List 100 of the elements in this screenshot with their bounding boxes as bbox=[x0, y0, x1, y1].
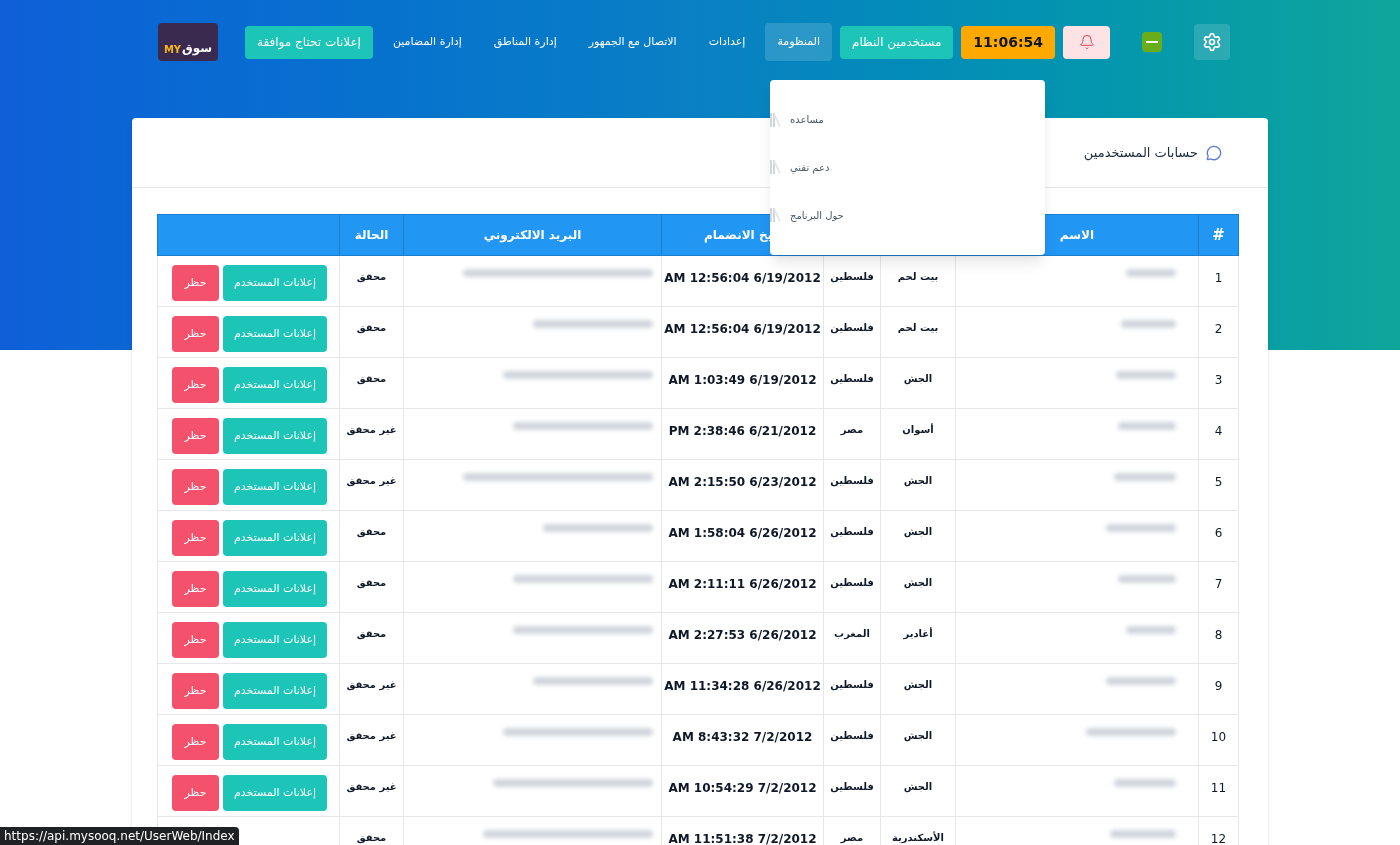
blurred-name bbox=[1116, 371, 1176, 379]
city-cell: الجش bbox=[880, 561, 956, 613]
row-number: 2 bbox=[1198, 306, 1239, 358]
join-date-cell: AM 12:56:04 6/19/2012 bbox=[661, 306, 824, 358]
user-ads-button[interactable]: إعلانات المستخدم bbox=[223, 469, 327, 505]
city-cell: الجش bbox=[880, 663, 956, 715]
flag-icon[interactable] bbox=[1142, 32, 1162, 52]
city-cell: بيت لحم bbox=[880, 306, 956, 358]
country-cell: فلسطين bbox=[823, 561, 881, 613]
status-cell: غير محقق bbox=[339, 408, 404, 460]
status-cell: غير محقق bbox=[339, 663, 404, 715]
join-date-cell: AM 11:34:28 6/26/2012 bbox=[661, 663, 824, 715]
city-cell: أغادير bbox=[880, 612, 956, 664]
country-cell: فلسطين bbox=[823, 765, 881, 817]
status-cell: غير محقق bbox=[339, 459, 404, 511]
country-cell: مصر bbox=[823, 408, 881, 460]
clock-display: 11:06:54 bbox=[961, 25, 1055, 59]
user-ads-button[interactable]: إعلانات المستخدم bbox=[223, 571, 327, 607]
join-date-cell: AM 8:43:32 7/2/2012 bbox=[661, 714, 824, 766]
ban-button[interactable]: حظر bbox=[172, 418, 219, 454]
user-ads-button[interactable]: إعلانات المستخدم bbox=[223, 367, 327, 403]
row-number: 9 bbox=[1198, 663, 1239, 715]
blurred-name bbox=[1110, 830, 1176, 838]
ban-button[interactable]: حظر bbox=[172, 265, 219, 301]
city-cell: الجش bbox=[880, 459, 956, 511]
blurred-name bbox=[1126, 626, 1176, 634]
country-cell: فلسطين bbox=[823, 306, 881, 358]
user-ads-button[interactable]: إعلانات المستخدم bbox=[223, 265, 327, 301]
column-header: البريد الالكتروني bbox=[403, 214, 662, 256]
country-cell: فلسطين bbox=[823, 714, 881, 766]
status-cell: محقق bbox=[339, 561, 404, 613]
status-cell: محقق bbox=[339, 612, 404, 664]
column-header: الحالة bbox=[339, 214, 404, 256]
blurred-name bbox=[1114, 779, 1176, 787]
bell-icon bbox=[1078, 34, 1095, 50]
country-cell: فلسطين bbox=[823, 459, 881, 511]
status-cell: محقق bbox=[339, 510, 404, 562]
user-ads-button[interactable]: إعلانات المستخدم bbox=[223, 724, 327, 760]
city-cell: الجش bbox=[880, 765, 956, 817]
row-number: 10 bbox=[1198, 714, 1239, 766]
row-number: 3 bbox=[1198, 357, 1239, 409]
ban-button[interactable]: حظر bbox=[172, 622, 219, 658]
user-ads-button[interactable]: إعلانات المستخدم bbox=[223, 775, 327, 811]
blurred-name bbox=[1114, 473, 1176, 481]
gear-icon bbox=[1202, 32, 1222, 52]
blurred-name bbox=[1106, 524, 1176, 532]
bars-icon bbox=[770, 208, 778, 223]
column-header: # bbox=[1198, 214, 1239, 256]
ban-button[interactable]: حظر bbox=[172, 367, 219, 403]
card-title: حسابات المستخدمين bbox=[1083, 143, 1198, 163]
country-cell: فلسطين bbox=[823, 510, 881, 562]
join-date-cell: AM 1:58:04 6/26/2012 bbox=[661, 510, 824, 562]
nav-link[interactable]: إدارة المناطق bbox=[481, 23, 569, 61]
menu-item[interactable]: دعم تقني bbox=[770, 160, 1045, 175]
join-date-cell: AM 10:54:29 7/2/2012 bbox=[661, 765, 824, 817]
country-cell: فلسطين bbox=[823, 357, 881, 409]
settings-button[interactable] bbox=[1194, 24, 1230, 60]
nav-link[interactable]: إدارة المضامين bbox=[380, 23, 474, 61]
status-cell: محقق bbox=[339, 357, 404, 409]
nav-button[interactable]: إعلانات تحتاج موافقة bbox=[245, 25, 373, 59]
country-cell: المغرب bbox=[823, 612, 881, 664]
row-number: 11 bbox=[1198, 765, 1239, 817]
join-date-cell: AM 2:11:11 6/26/2012 bbox=[661, 561, 824, 613]
status-cell: محقق bbox=[339, 255, 404, 307]
ban-button[interactable]: حظر bbox=[172, 316, 219, 352]
user-ads-button[interactable]: إعلانات المستخدم bbox=[223, 622, 327, 658]
nav-link[interactable]: إعدادات bbox=[696, 23, 758, 61]
ban-button[interactable]: حظر bbox=[172, 775, 219, 811]
bars-icon bbox=[770, 112, 778, 127]
city-cell: أسوان bbox=[880, 408, 956, 460]
nav-button[interactable]: مستخدمين النظام bbox=[840, 25, 954, 59]
row-number: 7 bbox=[1198, 561, 1239, 613]
city-cell: الجش bbox=[880, 714, 956, 766]
row-number: 1 bbox=[1198, 255, 1239, 307]
user-ads-button[interactable]: إعلانات المستخدم bbox=[223, 673, 327, 709]
user-ads-button[interactable]: إعلانات المستخدم bbox=[223, 418, 327, 454]
join-date-cell: PM 2:38:46 6/21/2012 bbox=[661, 408, 824, 460]
nav-link[interactable]: المنظومة bbox=[765, 23, 832, 61]
ban-button[interactable]: حظر bbox=[172, 724, 219, 760]
ban-button[interactable]: حظر bbox=[172, 520, 219, 556]
join-date-cell: AM 2:27:53 6/26/2012 bbox=[661, 612, 824, 664]
ban-button[interactable]: حظر bbox=[172, 571, 219, 607]
ban-button[interactable]: حظر bbox=[172, 469, 219, 505]
menu-item[interactable]: مساعده bbox=[770, 112, 1045, 128]
bars-icon bbox=[770, 160, 778, 175]
row-number: 4 bbox=[1198, 408, 1239, 460]
country-cell: فلسطين bbox=[823, 663, 881, 715]
join-date-cell: AM 1:03:49 6/19/2012 bbox=[661, 357, 824, 409]
ban-button[interactable]: حظر bbox=[172, 673, 219, 709]
user-ads-button[interactable]: إعلانات المستخدم bbox=[223, 520, 327, 556]
notification-button[interactable] bbox=[1063, 25, 1110, 59]
nav-link[interactable]: الاتصال مع الجمهور bbox=[576, 23, 689, 61]
row-number: 5 bbox=[1198, 459, 1239, 511]
join-date-cell: AM 2:15:50 6/23/2012 bbox=[661, 459, 824, 511]
row-number: 12 bbox=[1198, 816, 1239, 845]
status-cell: غير محقق bbox=[339, 714, 404, 766]
blurred-name bbox=[1126, 269, 1176, 277]
row-number: 6 bbox=[1198, 510, 1239, 562]
user-ads-button[interactable]: إعلانات المستخدم bbox=[223, 316, 327, 352]
blurred-name bbox=[1121, 320, 1176, 328]
